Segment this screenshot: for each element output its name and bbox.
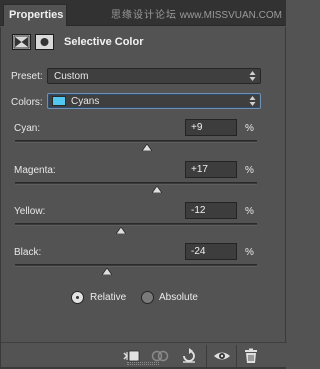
updown-arrows-icon bbox=[249, 96, 256, 106]
yellow-percent-sign: % bbox=[245, 206, 254, 217]
cyan-slider-thumb[interactable] bbox=[141, 144, 152, 151]
magenta-slider-track[interactable] bbox=[15, 182, 257, 185]
panel-tab-bar: Properties 思缘设计论坛 www.MISSVUAN.COM bbox=[0, 0, 286, 26]
black-label: Black: bbox=[14, 247, 42, 258]
cyan-slider-track[interactable] bbox=[15, 140, 257, 143]
yellow-input[interactable]: -12 bbox=[185, 202, 237, 219]
magenta-value: +17 bbox=[191, 164, 208, 175]
absolute-radio[interactable] bbox=[141, 291, 154, 304]
preset-label: Preset: bbox=[11, 71, 43, 82]
relative-radio[interactable] bbox=[71, 291, 84, 304]
black-slider-track[interactable] bbox=[15, 264, 257, 267]
adjustment-icon[interactable] bbox=[12, 34, 31, 50]
relative-label[interactable]: Relative bbox=[90, 292, 126, 303]
trash-icon[interactable] bbox=[242, 348, 260, 364]
cyan-percent-sign: % bbox=[245, 123, 254, 134]
magenta-slider-thumb[interactable] bbox=[151, 186, 162, 193]
color-swatch bbox=[52, 96, 66, 106]
absolute-label[interactable]: Absolute bbox=[159, 292, 198, 303]
footer-separator bbox=[206, 345, 207, 367]
layer-mask-icon[interactable] bbox=[35, 34, 54, 50]
yellow-value: -12 bbox=[191, 205, 206, 216]
preset-value: Custom bbox=[54, 71, 89, 82]
watermark-url: www.MISSVUAN.COM bbox=[179, 10, 282, 21]
tab-properties[interactable]: Properties bbox=[3, 4, 67, 26]
magenta-label: Magenta: bbox=[14, 165, 56, 176]
colors-select[interactable]: Cyans bbox=[47, 93, 261, 109]
yellow-slider-thumb[interactable] bbox=[116, 227, 127, 234]
cyan-input[interactable]: +9 bbox=[185, 119, 237, 136]
black-input[interactable]: -24 bbox=[185, 243, 237, 260]
panel-title: Selective Color bbox=[64, 36, 144, 48]
watermark-chinese: 思缘设计论坛 bbox=[110, 10, 177, 21]
black-slider-thumb[interactable] bbox=[101, 268, 112, 275]
footer-separator bbox=[236, 345, 237, 367]
reset-icon[interactable] bbox=[180, 348, 198, 364]
watermark: 思缘设计论坛 www.MISSVUAN.COM bbox=[111, 6, 282, 21]
cyan-value: +9 bbox=[191, 122, 203, 133]
preset-select[interactable]: Custom bbox=[47, 68, 261, 84]
yellow-label: Yellow: bbox=[14, 206, 46, 217]
updown-arrows-icon bbox=[249, 71, 256, 81]
magenta-percent-sign: % bbox=[245, 165, 254, 176]
panel-resize-grip[interactable] bbox=[127, 362, 159, 365]
visibility-eye-icon[interactable] bbox=[213, 348, 231, 364]
black-percent-sign: % bbox=[245, 247, 254, 258]
magenta-input[interactable]: +17 bbox=[185, 161, 237, 178]
cyan-label: Cyan: bbox=[14, 123, 41, 134]
black-value: -24 bbox=[191, 246, 206, 257]
colors-label: Colors: bbox=[11, 97, 43, 108]
yellow-slider-track[interactable] bbox=[15, 223, 257, 226]
properties-panel: Selective Color Preset: Custom Colors: C… bbox=[0, 27, 287, 369]
colors-value: Cyans bbox=[71, 96, 100, 107]
